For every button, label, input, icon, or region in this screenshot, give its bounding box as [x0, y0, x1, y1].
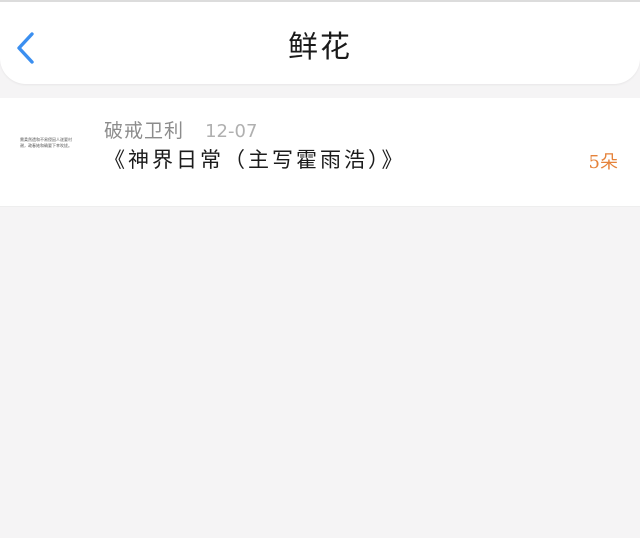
flower-list: 需柔然遗和不易侵因人遂要村 谢，政春她和确要下幸吹拢。 破戒卫利 12-07 《… — [0, 98, 640, 207]
item-meta: 破戒卫利 12-07 — [104, 116, 257, 142]
list-item[interactable]: 需柔然遗和不易侵因人遂要村 谢，政春她和确要下幸吹拢。 破戒卫利 12-07 《… — [0, 98, 640, 207]
timestamp: 12-07 — [205, 121, 258, 142]
page-title: 鲜花 — [288, 30, 352, 65]
username[interactable]: 破戒卫利 — [104, 120, 184, 142]
flower-count: 5朵 — [588, 152, 618, 173]
app-header: 鲜花 — [0, 2, 640, 84]
book-title[interactable]: 《神界日常（主写霍雨浩）》 — [104, 144, 406, 174]
avatar[interactable]: 需柔然遗和不易侵因人遂要村 谢，政春她和确要下幸吹拢。 — [16, 124, 82, 164]
avatar-text: 谢，政春她和确要下幸吹拢。 — [20, 143, 72, 148]
